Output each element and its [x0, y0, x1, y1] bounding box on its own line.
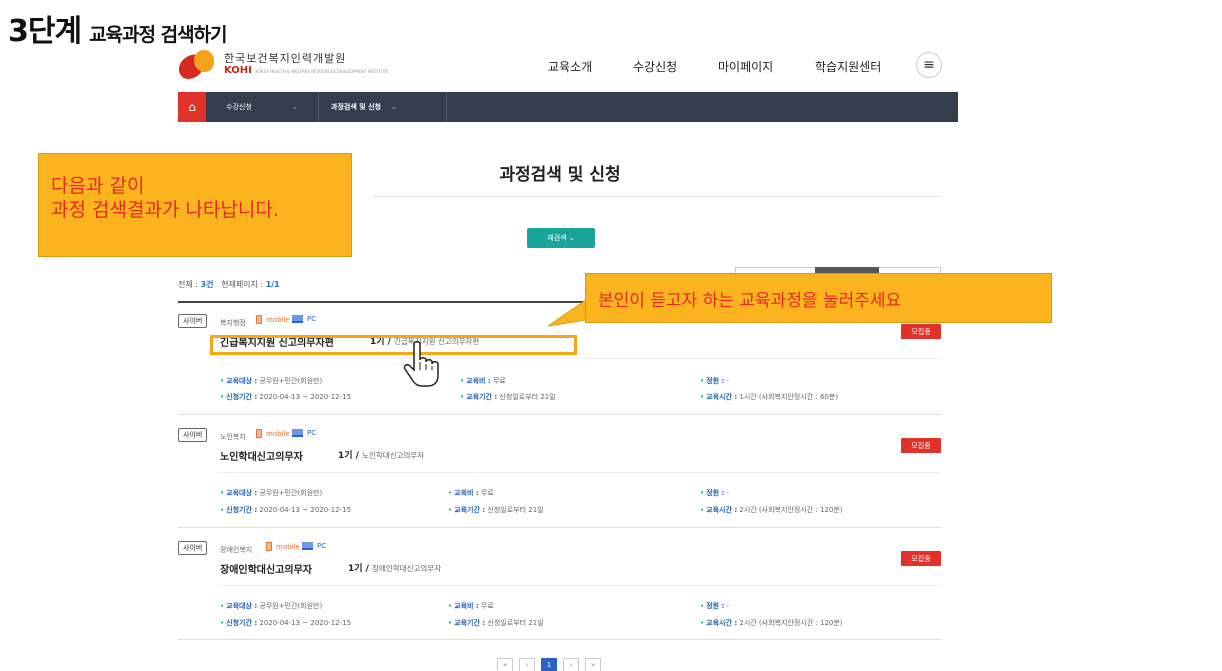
status-badge: 모집중 [901, 324, 941, 339]
step-number: 3단계 [8, 14, 82, 49]
course-round[interactable]: 1기 / 노인학대신고의무자 [338, 448, 424, 461]
pager-first[interactable]: « [497, 658, 513, 671]
cyber-badge: 사이버 [178, 314, 208, 328]
course-capacity: • 정원 : - [700, 489, 730, 497]
pc-icon [292, 429, 303, 437]
course-fee: • 교육비 : 무료 [448, 602, 494, 610]
course-target: • 교육대상 : 공무원+민간(회원만) [220, 489, 323, 497]
course-round[interactable]: 1기 / 장애인학대신고의무자 [348, 561, 441, 574]
heading-divider [372, 196, 942, 197]
chevron-down-icon: ⌄ [291, 103, 298, 111]
pc-icon [292, 315, 303, 323]
chevron-down-icon: ⌄ [390, 103, 397, 111]
instruction-callout-right: 본인이 듣고자 하는 교육과정을 눌러주세요 [585, 273, 1052, 323]
site-header: 한국보건복지인력개발원 KOHI KOREA HEALTH & WELFARE … [174, 44, 958, 90]
subnav-item-search[interactable]: 과정검색 및 신청 ⌄ [331, 92, 397, 122]
course-period: • 신청기간 : 2020-04-13 ~ 2020-12-15 [220, 619, 352, 627]
result-count: 전체 : 3건 현재페이지 : 1/1 [178, 280, 280, 289]
pc-icon [302, 542, 313, 550]
pc-badge: PC [302, 542, 326, 550]
course-duration: • 교육기간 : 신청일로부터 21일 [460, 393, 556, 401]
instruction-callout-left: 다음과 같이 과정 검색결과가 나타납니다. [38, 153, 352, 257]
mobile-badge: mobile [266, 542, 300, 551]
course-duration: • 교육기간 : 신청일로부터 21일 [448, 619, 544, 627]
logo-korean-name: 한국보건복지인력개발원 [224, 51, 347, 65]
course-target: • 교육대상 : 공무원+민간(회원만) [220, 602, 323, 610]
pc-badge: PC [292, 429, 316, 437]
course-category: 노인복지 [220, 433, 246, 441]
status-badge: 모집중 [901, 438, 941, 453]
page-title: 과정검색 및 신청 [499, 165, 621, 185]
pager-page[interactable]: 1 [541, 658, 557, 671]
gnb-item-intro[interactable]: 교육소개 [548, 58, 592, 75]
course-item[interactable]: 사이버 장애인복지 mobile PC 장애인학대신고의무자 1기 / 장애인학… [178, 541, 941, 640]
home-icon[interactable]: ⌂ [178, 92, 206, 122]
course-capacity: • 정원 : - [700, 602, 730, 610]
course-duration: • 교육기간 : 신청일로부터 21일 [448, 506, 544, 514]
mobile-icon [256, 429, 262, 438]
cyber-badge: 사이버 [178, 428, 208, 442]
kohi-logo-icon [174, 50, 218, 83]
course-fee: • 교육비 : 무료 [448, 489, 494, 497]
step-title: 3단계 교육과정 검색하기 [8, 6, 228, 49]
pager-next[interactable]: › [563, 658, 579, 671]
hand-cursor-icon [403, 341, 439, 387]
pager-last[interactable]: » [585, 658, 601, 671]
sub-navigation: ⌂ 수강신청 ⌄ 과정검색 및 신청 ⌄ [178, 92, 958, 122]
logo-english-name: KOHI [224, 64, 252, 76]
mobile-icon [266, 542, 272, 551]
callout-right-text: 본인이 듣고자 하는 교육과정을 눌러주세요 [598, 290, 902, 311]
course-capacity: • 정원 : - [700, 377, 730, 385]
course-hours: • 교육시간 : 2시간 (사회복지안정시간 : 120분) [700, 619, 843, 627]
callout-pointer-icon [548, 299, 587, 327]
pc-badge: PC [292, 315, 316, 323]
course-period: • 신청기간 : 2020-04-13 ~ 2020-12-15 [220, 506, 352, 514]
course-hours: • 교육시간 : 1시간 (사회복지안정시간 : 60분) [700, 393, 839, 401]
status-badge: 모집중 [901, 551, 941, 566]
site-logo[interactable]: 한국보건복지인력개발원 KOHI KOREA HEALTH & WELFARE … [174, 50, 389, 83]
course-item[interactable]: 사이버 복지행정 mobile PC 긴급복지지원 신고의무자편 1기 / 긴급… [178, 314, 941, 415]
mobile-badge: mobile [256, 429, 290, 438]
course-period: • 신청기간 : 2020-04-13 ~ 2020-12-15 [220, 393, 352, 401]
pager-prev[interactable]: ‹ [519, 658, 535, 671]
course-fee: • 교육비 : 무료 [460, 377, 506, 385]
course-name-link[interactable]: 장애인학대신고의무자 [220, 561, 312, 576]
gnb-item-mypage[interactable]: 마이페이지 [718, 58, 773, 75]
course-hours: • 교육시간 : 2시간 (사회복지안정시간 : 120분) [700, 506, 843, 514]
gnb-item-support[interactable]: 학습지원센터 [815, 58, 881, 75]
logo-english-sub: KOREA HEALTH & WELFARE RESOURCES DEVELOP… [255, 68, 389, 74]
subnav-item-enroll[interactable]: 수강신청 ⌄ [226, 92, 298, 122]
gnb-item-enroll[interactable]: 수강신청 [633, 58, 677, 75]
current-page: 1/1 [265, 280, 280, 289]
research-button[interactable]: 재검색 ⌄ [527, 228, 595, 248]
course-category: 복지행정 [220, 319, 246, 327]
course-target: • 교육대상 : 공무원+민간(회원만) [220, 377, 323, 385]
hamburger-icon[interactable]: ≡ [916, 52, 942, 78]
cyber-badge: 사이버 [178, 541, 208, 555]
course-item[interactable]: 사이버 노인복지 mobile PC 노인학대신고의무자 1기 / 노인학대신고… [178, 428, 941, 528]
mobile-badge: mobile [256, 315, 290, 324]
course-name-link[interactable]: 노인학대신고의무자 [220, 448, 303, 463]
course-highlight-box [210, 335, 577, 355]
callout-left-line2: 과정 검색결과가 나타납니다. [51, 199, 279, 221]
course-category: 장애인복지 [220, 546, 253, 554]
subnav-search-label: 과정검색 및 신청 [331, 103, 381, 111]
subnav-enroll-label: 수강신청 [226, 103, 252, 111]
mobile-icon [256, 315, 262, 324]
step-text: 교육과정 검색하기 [89, 24, 227, 46]
callout-left-line1: 다음과 같이 [51, 175, 145, 197]
total-count: 3건 [200, 280, 214, 289]
pagination: « ‹ 1 › » [497, 658, 601, 671]
